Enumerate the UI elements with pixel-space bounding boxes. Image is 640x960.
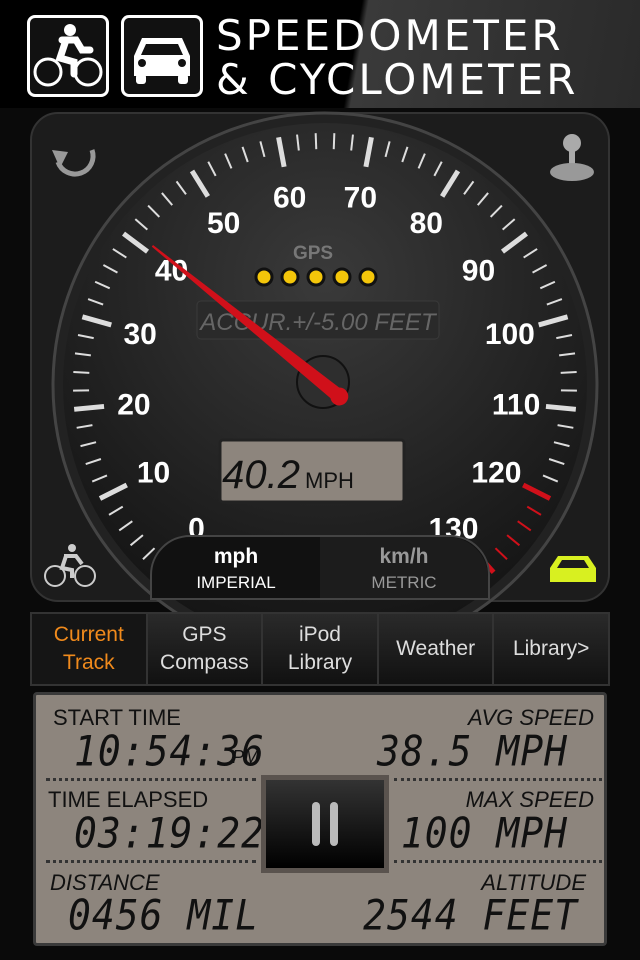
digital-speed: 40.2 — [222, 453, 300, 497]
metric-button[interactable]: km/h METRIC — [320, 537, 488, 598]
pause-icon — [312, 802, 320, 846]
minor-tick — [73, 371, 90, 374]
imperial-unit: mph — [213, 545, 259, 568]
digital-speed-unit: MPH — [305, 468, 354, 493]
major-tick — [545, 403, 577, 412]
time-elapsed-value: 03:19:22 — [74, 808, 266, 858]
speed-label: 80 — [410, 207, 443, 240]
major-tick — [73, 403, 105, 412]
speed-label: 30 — [123, 318, 156, 351]
minor-tick — [560, 371, 577, 374]
altitude-value: 2544 FEET — [363, 890, 578, 940]
reset-icon[interactable] — [52, 149, 96, 177]
speed-label: 120 — [471, 456, 521, 489]
tab-bar: Current Track GPS Compass iPod Library Weat… — [30, 612, 610, 686]
imperial-button[interactable]: mph IMPERIAL — [152, 537, 320, 598]
car-mode-icon[interactable] — [550, 556, 596, 582]
track-stats-panel: START TIME 10:54:36 PM AVG SPEED 38.5 MP… — [33, 692, 607, 946]
max-speed-value: 100 MPH — [400, 808, 568, 858]
tab-weather[interactable]: Weather — [378, 614, 495, 684]
minor-tick — [332, 133, 336, 150]
gps-signal-dot — [358, 267, 378, 287]
speed-label: 20 — [117, 389, 150, 422]
avg-speed-value: 38.5 MPH — [376, 726, 568, 776]
gps-label: GPS — [293, 243, 333, 264]
gps-signal-dot — [254, 267, 274, 287]
gps-signal-dot — [280, 267, 300, 287]
joystick-icon[interactable] — [550, 134, 594, 181]
speed-label: 10 — [137, 456, 170, 489]
speed-label: 50 — [207, 207, 240, 240]
start-time-ampm: PM — [232, 747, 259, 767]
tab-library[interactable]: Library> — [494, 614, 608, 684]
speed-label: 110 — [492, 389, 540, 422]
tab-current-track[interactable]: Current Track — [32, 614, 148, 684]
metric-unit: km/h — [379, 545, 429, 568]
tab-gps-compass[interactable]: GPS Compass — [147, 614, 264, 684]
gps-signal-dot — [332, 267, 352, 287]
speed-label: 90 — [462, 255, 495, 288]
speed-label: 100 — [485, 318, 535, 351]
tab-ipod-library[interactable]: iPod Library — [263, 614, 379, 684]
metric-label: METRIC — [371, 573, 437, 592]
gps-signal-dot — [306, 267, 326, 287]
imperial-label: IMPERIAL — [196, 573, 276, 592]
speed-label: 70 — [344, 181, 377, 214]
unit-toggle: mph IMPERIAL km/h METRIC — [150, 535, 490, 600]
minor-tick — [314, 133, 318, 150]
distance-value: 0456 MIL — [68, 890, 260, 940]
bicycle-mode-icon[interactable] — [44, 544, 96, 587]
speedometer-dial: 0102030405060 708090100110120130 GPS ACCU… — [44, 111, 599, 620]
speed-label: 60 — [273, 181, 306, 214]
pause-button[interactable] — [261, 775, 389, 873]
